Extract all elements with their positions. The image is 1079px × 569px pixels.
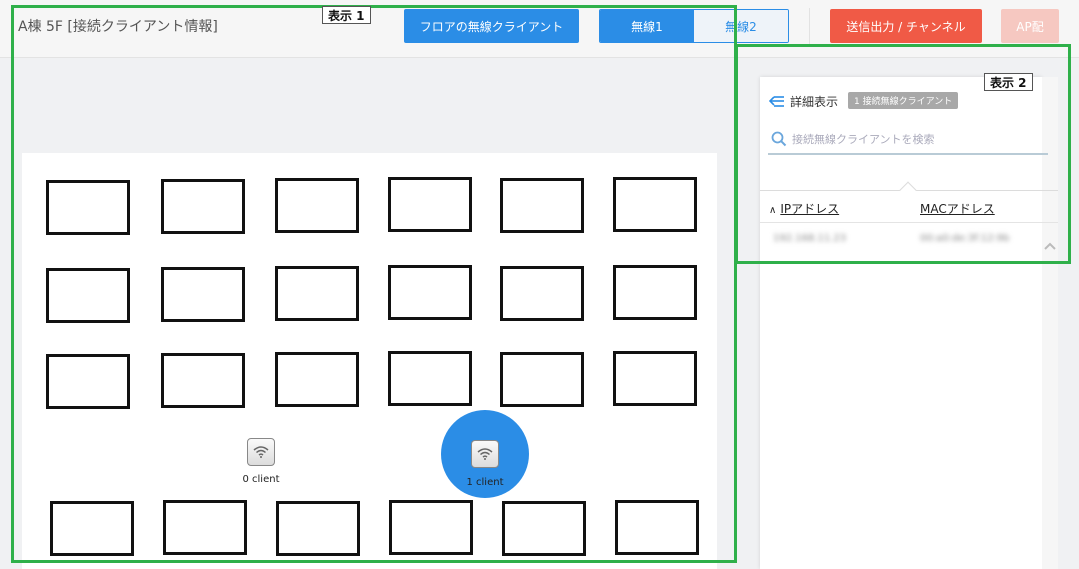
- desk: [275, 266, 359, 321]
- tab-radio-1[interactable]: 無線1: [600, 10, 694, 42]
- access-point-1[interactable]: [247, 438, 275, 466]
- search-icon: [771, 131, 787, 147]
- desk: [46, 180, 130, 235]
- detail-toggle[interactable]: 詳細表示: [769, 93, 838, 110]
- collapse-list-icon: [769, 95, 784, 107]
- desk: [161, 179, 245, 234]
- desk: [615, 500, 699, 555]
- client-count-badge: 1 接続無線クライアント: [848, 92, 959, 109]
- desk: [276, 501, 360, 556]
- header-divider: [809, 8, 810, 44]
- table-cell-mac: 00:a0:de:3f:12:9b: [920, 233, 1010, 244]
- desk: [613, 351, 697, 406]
- floor-map: 0 client 1 client: [22, 153, 717, 569]
- detail-label: 詳細表示: [790, 95, 839, 109]
- desk: [500, 352, 584, 407]
- desk: [388, 351, 472, 406]
- export-channel-button[interactable]: 送信出力 / チャンネル: [830, 9, 982, 43]
- desk: [500, 178, 584, 233]
- desk: [50, 501, 134, 556]
- access-point-2-client-count: 1 client: [466, 477, 504, 488]
- access-point-1-client-count: 0 client: [242, 474, 280, 485]
- floor-wireless-clients-button[interactable]: フロアの無線クライアント: [404, 9, 579, 43]
- desk: [46, 268, 130, 323]
- table-header-divider: [760, 222, 1058, 223]
- desk: [389, 500, 473, 555]
- desk: [161, 267, 245, 322]
- callout-label-1: 表示 1: [322, 6, 371, 24]
- desk: [275, 178, 359, 233]
- wifi-icon: [477, 448, 493, 460]
- desk: [502, 501, 586, 556]
- desk: [388, 177, 472, 232]
- table-cell-ip: 192.168.11.23: [773, 233, 847, 244]
- desk: [613, 265, 697, 320]
- desk: [388, 265, 472, 320]
- tab-radio-2[interactable]: 無線2: [694, 10, 788, 42]
- desk: [163, 500, 247, 555]
- client-search-input[interactable]: [792, 128, 1042, 150]
- column-header-mac[interactable]: MACアドレス: [920, 200, 995, 217]
- page-title: A棟 5F [接続クライアント情報]: [18, 19, 218, 35]
- desk: [161, 353, 245, 408]
- scroll-up-icon[interactable]: [1043, 236, 1057, 255]
- desk: [500, 266, 584, 321]
- sort-asc-icon: ∧: [769, 205, 777, 216]
- access-point-2[interactable]: [471, 440, 499, 468]
- column-header-ip[interactable]: ∧ IPアドレス: [769, 200, 839, 217]
- callout-label-2: 表示 2: [984, 73, 1033, 91]
- header-bar: A棟 5F [接続クライアント情報] フロアの無線クライアント 無線1 無線2 …: [0, 0, 1079, 58]
- radio-tab-group: 無線1 無線2: [599, 9, 789, 43]
- client-search: [768, 126, 1048, 155]
- desk: [46, 354, 130, 409]
- wifi-icon: [253, 446, 269, 458]
- desk: [275, 352, 359, 407]
- desk: [613, 177, 697, 232]
- ap-placement-button[interactable]: AP配: [1001, 9, 1059, 43]
